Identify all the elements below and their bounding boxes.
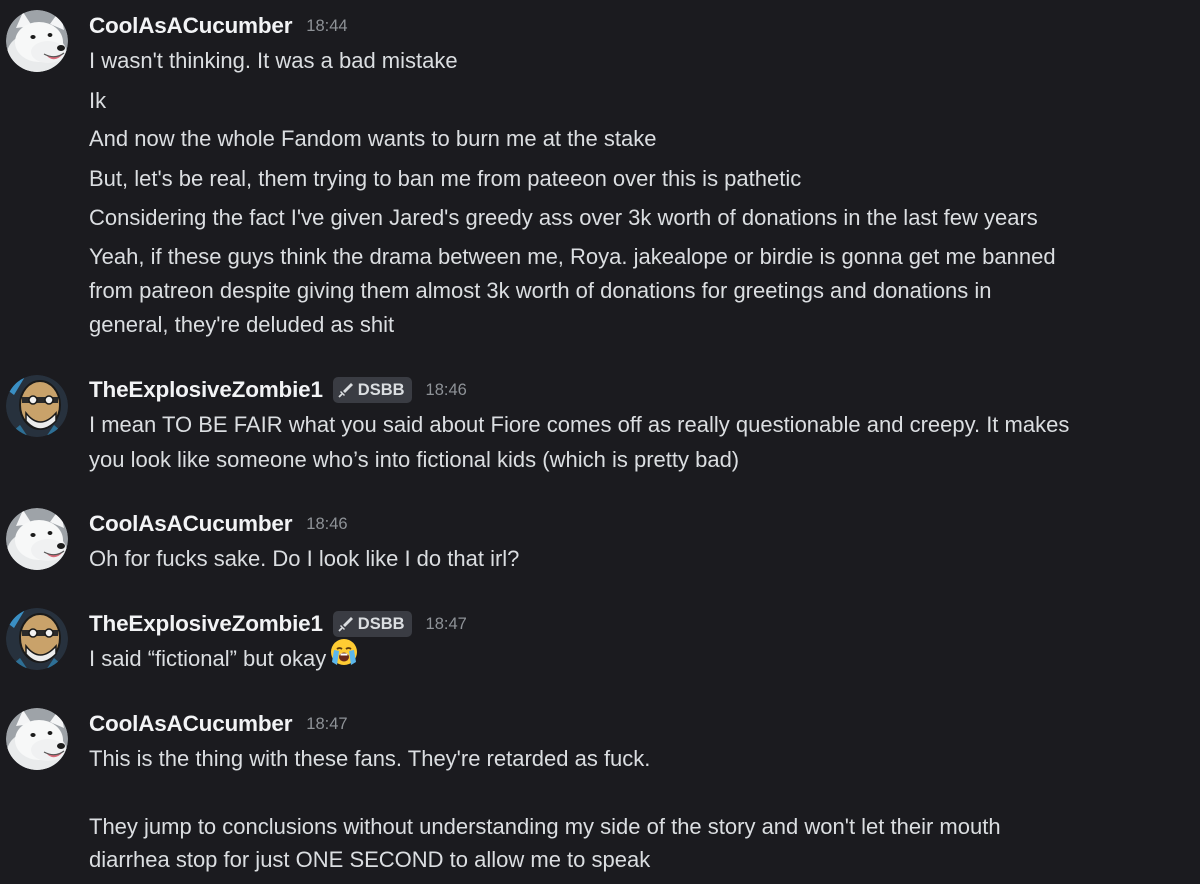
arctic-fox-avatar[interactable] [6, 708, 68, 770]
message-text: Ik [89, 88, 107, 113]
arctic-fox-avatar[interactable] [6, 10, 68, 72]
username[interactable]: TheExplosiveZombie1 [89, 377, 323, 403]
timestamp: 18:46 [425, 380, 467, 399]
message-text: Considering the fact I've given Jared's … [89, 205, 1038, 230]
message-text: I said “fictional” but okay [89, 639, 1189, 676]
timestamp: 18:47 [425, 614, 467, 633]
timestamp: 18:46 [306, 514, 348, 533]
username[interactable]: TheExplosiveZombie1 [89, 611, 323, 637]
message-text: diarrhea stop for just ONE SECOND to all… [89, 847, 651, 872]
arctic-fox-avatar[interactable] [6, 508, 68, 570]
message-list: CoolAsACucumber 18:44 I wasn't thinking.… [0, 0, 1200, 884]
message-text: Oh for fucks sake. Do I look like I do t… [89, 546, 520, 571]
message-text: This is the thing with these fans. They'… [89, 746, 651, 771]
message-text: I wasn't thinking. It was a bad mistake [89, 48, 458, 73]
username[interactable]: CoolAsACucumber [89, 511, 292, 537]
message-text: from patreon despite giving them almost … [89, 278, 992, 303]
cartoon-old-man-avatar[interactable] [6, 608, 68, 670]
message-header: TheExplosiveZombie1 DSBB 18:47 [89, 609, 467, 639]
username[interactable]: CoolAsACucumber [89, 13, 292, 39]
timestamp: 18:44 [306, 16, 348, 35]
server-tag-label: DSBB [357, 614, 405, 633]
message-text: And now the whole Fandom wants to burn m… [89, 126, 657, 151]
sword-icon [337, 382, 354, 398]
message-text: general, they're deluded as shit [89, 312, 395, 337]
message-header: CoolAsACucumber 18:44 [89, 11, 348, 41]
loudly-crying-face-emoji [330, 638, 358, 676]
server-tag-label: DSBB [357, 380, 405, 399]
message-text: Yeah, if these guys think the drama betw… [89, 244, 1056, 269]
cartoon-old-man-avatar[interactable] [6, 375, 68, 437]
username[interactable]: CoolAsACucumber [89, 711, 292, 737]
sword-icon [337, 616, 354, 632]
message-text: They jump to conclusions without underst… [89, 814, 1001, 839]
message-header: CoolAsACucumber 18:47 [89, 709, 348, 739]
message-header: CoolAsACucumber 18:46 [89, 509, 348, 539]
server-tag[interactable]: DSBB [332, 377, 412, 403]
server-tag[interactable]: DSBB [332, 611, 412, 637]
message-text: I mean TO BE FAIR what you said about Fi… [89, 412, 1070, 437]
message-text: you look like someone who’s into fiction… [89, 447, 740, 472]
message-text: But, let's be real, them trying to ban m… [89, 166, 802, 191]
message-text-content: I said “fictional” but okay [89, 646, 327, 671]
timestamp: 18:47 [306, 714, 348, 733]
message-header: TheExplosiveZombie1 DSBB 18:46 [89, 375, 467, 405]
